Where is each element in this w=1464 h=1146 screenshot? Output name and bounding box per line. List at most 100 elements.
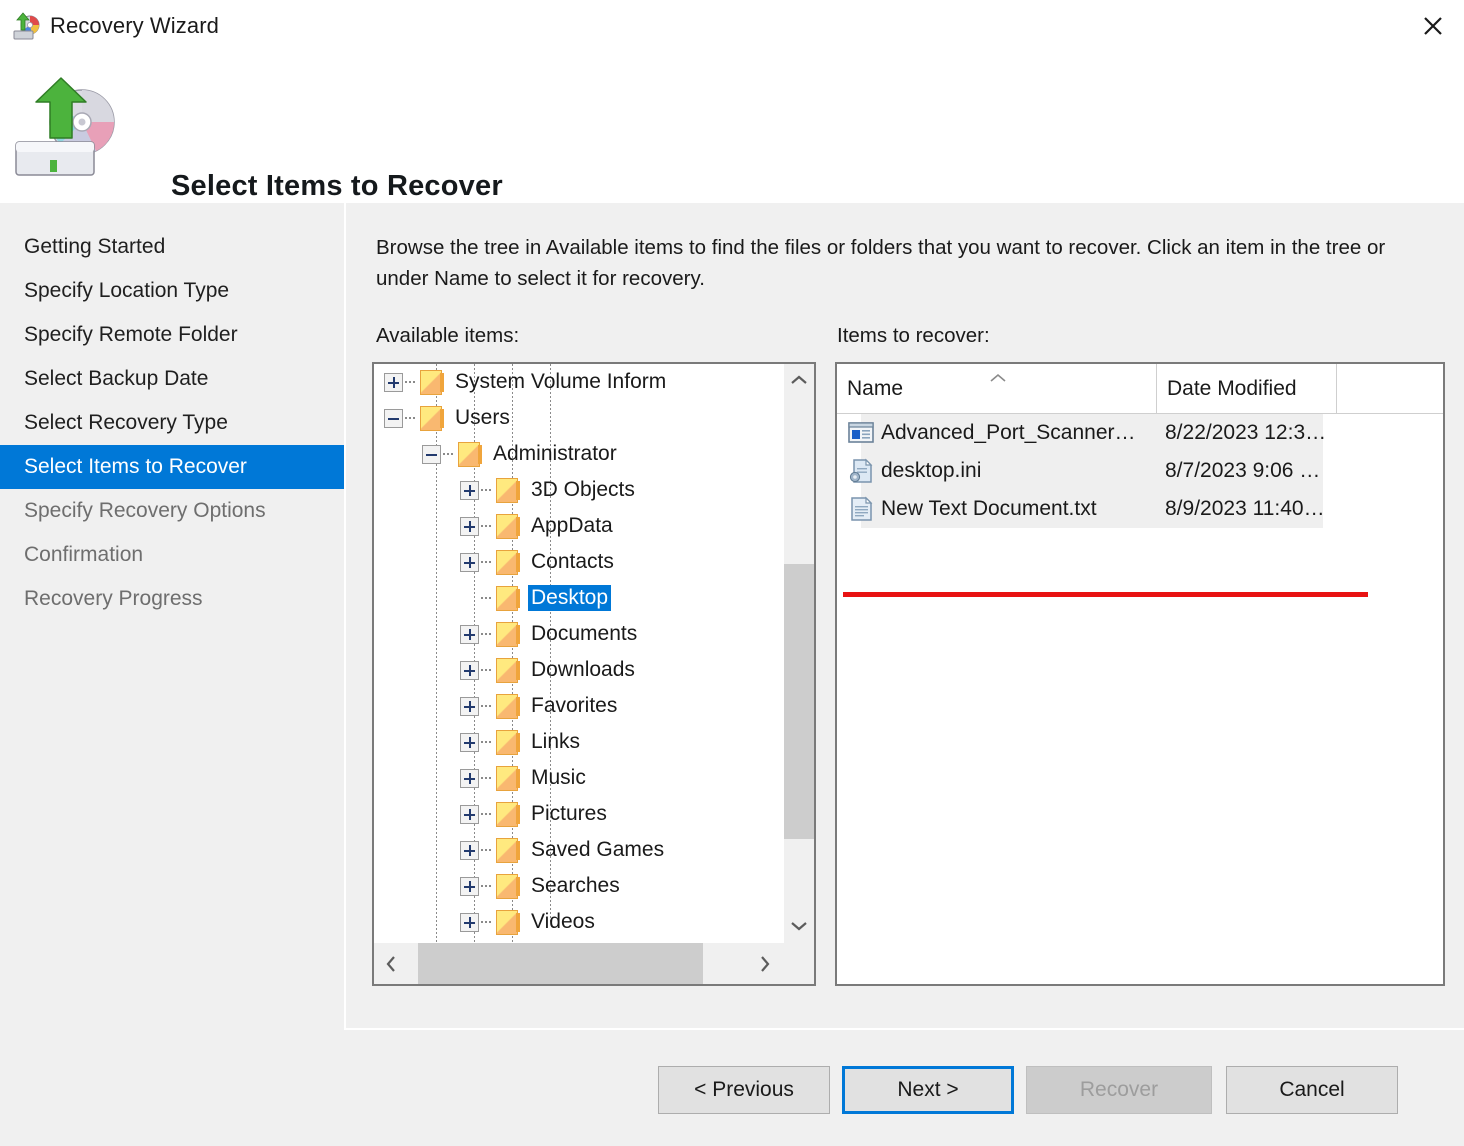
tree-item-label: Downloads: [528, 657, 638, 683]
recovery-drive-icon: [10, 76, 126, 186]
tree-connector-line: [481, 885, 493, 887]
file-name: New Text Document.txt: [881, 497, 1097, 521]
tree-connector-line: [481, 777, 493, 779]
expand-plus-icon[interactable]: [460, 697, 479, 716]
folder-icon: [496, 837, 520, 864]
tree-connector-line: [481, 849, 493, 851]
cancel-button-label: Cancel: [1279, 1078, 1344, 1102]
tree-connector-line: [481, 597, 493, 599]
sidebar-item-label: Getting Started: [24, 235, 165, 259]
tree-item-saved-games[interactable]: Saved Games: [374, 832, 784, 868]
sidebar-item-getting-started[interactable]: Getting Started: [0, 225, 344, 269]
folder-icon: [496, 657, 520, 684]
tree-item-music[interactable]: Music: [374, 760, 784, 796]
folder-icon: [496, 585, 520, 612]
tree-connector-line: [405, 381, 417, 383]
expand-plus-icon[interactable]: [460, 661, 479, 680]
sidebar-item-specify-remote-folder[interactable]: Specify Remote Folder: [0, 313, 344, 357]
next-button-label: Next >: [897, 1078, 958, 1102]
previous-button[interactable]: < Previous: [658, 1066, 830, 1114]
sidebar-item-confirmation: Confirmation: [0, 533, 344, 577]
tree-item-3d-objects[interactable]: 3D Objects: [374, 472, 784, 508]
collapse-minus-icon[interactable]: [422, 445, 441, 464]
folder-icon: [496, 801, 520, 828]
tree-item-searches[interactable]: Searches: [374, 868, 784, 904]
chevron-down-icon[interactable]: [784, 910, 814, 942]
file-name: Advanced_Port_Scanner…: [881, 421, 1136, 445]
expand-plus-icon[interactable]: [460, 805, 479, 824]
collapse-minus-icon[interactable]: [384, 409, 403, 428]
sidebar-item-specify-location-type[interactable]: Specify Location Type: [0, 269, 344, 313]
sidebar-item-select-items-to-recover[interactable]: Select Items to Recover: [0, 445, 344, 489]
column-header-name[interactable]: Name: [837, 364, 1157, 414]
sidebar-item-label: Recovery Progress: [24, 587, 203, 611]
tree-item-links[interactable]: Links: [374, 724, 784, 760]
tree-item-desktop[interactable]: Desktop: [374, 580, 784, 616]
expand-plus-icon[interactable]: [384, 373, 403, 392]
folder-icon: [496, 621, 520, 648]
tree-item-appdata[interactable]: AppData: [374, 508, 784, 544]
red-underline-annotation: [843, 592, 1368, 597]
tree-item-label: AppData: [528, 513, 616, 539]
window-title: Recovery Wizard: [50, 13, 219, 39]
tree-item-downloads[interactable]: Downloads: [374, 652, 784, 688]
sidebar-item-label: Specify Remote Folder: [24, 323, 238, 347]
sidebar-item-specify-recovery-options: Specify Recovery Options: [0, 489, 344, 533]
tree-item-pictures[interactable]: Pictures: [374, 796, 784, 832]
sidebar-item-label: Specify Recovery Options: [24, 499, 266, 523]
table-row[interactable]: Advanced_Port_Scanner… 8/22/2023 12:3…: [837, 414, 1443, 452]
folder-icon: [496, 549, 520, 576]
list-header-row: Name Date Modified: [837, 364, 1443, 414]
cancel-button[interactable]: Cancel: [1226, 1066, 1398, 1114]
tree-connector-line: [481, 669, 493, 671]
tree-item-system-volume-inform[interactable]: System Volume Inform: [374, 364, 784, 400]
tree-connector-line: [481, 525, 493, 527]
file-name: desktop.ini: [881, 459, 981, 483]
expand-plus-icon[interactable]: [460, 877, 479, 896]
tree-item-label: Searches: [528, 873, 623, 899]
next-button[interactable]: Next >: [842, 1066, 1014, 1114]
tree-item-users[interactable]: Users: [374, 400, 784, 436]
chevron-left-icon[interactable]: [374, 943, 408, 984]
tree-item-administrator[interactable]: Administrator: [374, 436, 784, 472]
application-window-icon: [847, 419, 875, 447]
scrollbar-thumb-vertical[interactable]: [784, 564, 814, 839]
expand-plus-icon[interactable]: [460, 517, 479, 536]
list-rows-container: Advanced_Port_Scanner… 8/22/2023 12:3… d…: [837, 414, 1443, 528]
column-header-date-modified[interactable]: Date Modified: [1157, 364, 1337, 414]
sidebar-item-select-recovery-type[interactable]: Select Recovery Type: [0, 401, 344, 445]
expand-plus-icon[interactable]: [460, 769, 479, 788]
expand-plus-icon[interactable]: [460, 913, 479, 932]
scrollbar-thumb-horizontal[interactable]: [418, 943, 703, 984]
sidebar-item-select-backup-date[interactable]: Select Backup Date: [0, 357, 344, 401]
tree-connector-line: [481, 489, 493, 491]
recover-button: Recover: [1026, 1066, 1212, 1114]
table-row[interactable]: New Text Document.txt 8/9/2023 11:40…: [837, 490, 1443, 528]
tree-item-videos[interactable]: Videos: [374, 904, 784, 940]
tree-item-label: Documents: [528, 621, 640, 647]
footer-separator: [346, 1028, 1464, 1030]
sidebar-item-recovery-progress: Recovery Progress: [0, 577, 344, 621]
tree-vertical-scrollbar[interactable]: [784, 364, 814, 942]
expand-plus-icon[interactable]: [460, 625, 479, 644]
previous-button-label: < Previous: [694, 1078, 794, 1102]
tree-horizontal-scrollbar[interactable]: [374, 942, 814, 984]
table-row[interactable]: desktop.ini 8/7/2023 9:06 …: [837, 452, 1443, 490]
close-button[interactable]: [1408, 2, 1458, 50]
expand-plus-icon[interactable]: [460, 553, 479, 572]
tree-connector-line: [481, 741, 493, 743]
tree-connector-line: [481, 813, 493, 815]
chevron-right-icon[interactable]: [748, 943, 782, 984]
header-banner: Select Items to Recover: [0, 56, 1464, 203]
tree-item-label: Desktop: [528, 585, 611, 611]
expand-plus-icon[interactable]: [460, 481, 479, 500]
folder-icon: [496, 693, 520, 720]
chevron-up-icon[interactable]: [784, 364, 814, 396]
tree-item-documents[interactable]: Documents: [374, 616, 784, 652]
expand-plus-icon[interactable]: [460, 841, 479, 860]
tree-item-favorites[interactable]: Favorites: [374, 688, 784, 724]
recovery-disc-icon: [10, 12, 42, 42]
folder-icon: [420, 369, 444, 396]
tree-item-contacts[interactable]: Contacts: [374, 544, 784, 580]
expand-plus-icon[interactable]: [460, 733, 479, 752]
